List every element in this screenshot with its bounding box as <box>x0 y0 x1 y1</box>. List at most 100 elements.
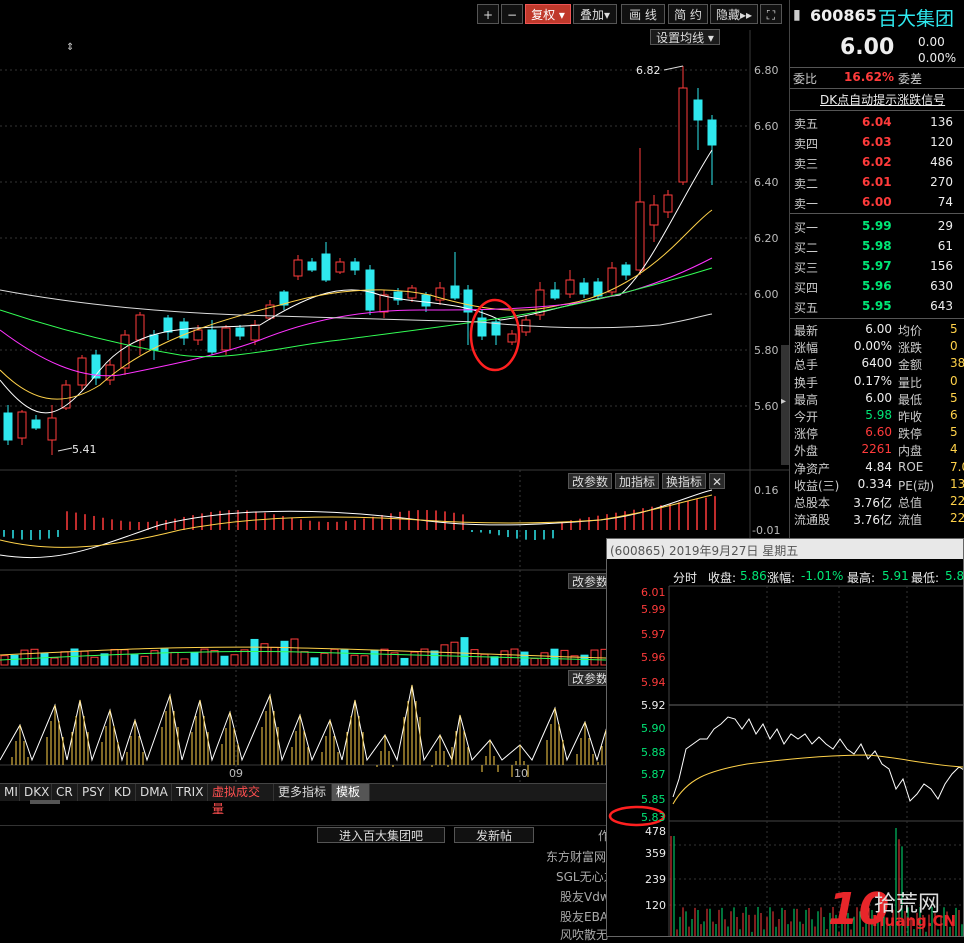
volume-bar <box>120 649 129 666</box>
popup-price-tick-9: 5.85 <box>641 793 666 806</box>
popup-price-tick-10: 5.83 <box>641 811 666 824</box>
stat-value2-6: 5 <box>950 425 958 440</box>
stat-value2-4: 5 <box>950 390 958 405</box>
stat-value-1: 0.00% <box>853 339 892 354</box>
candle-body <box>678 87 688 183</box>
candle-body <box>120 334 130 369</box>
volume-bar <box>350 654 359 666</box>
ask-label-3: 卖二 <box>794 177 819 191</box>
volume-bar <box>20 649 29 666</box>
ask-vol-2: 486 <box>930 155 953 169</box>
volume-bar <box>380 648 389 666</box>
tab-6[interactable]: TRIX <box>172 784 208 801</box>
tab-4[interactable]: KD <box>110 784 136 801</box>
quote-panel: ▮ 600865 百大集团 6.00 0.00 0.00% 委比 16.62% … <box>789 0 964 540</box>
bid-label-0: 买一 <box>794 221 819 235</box>
bid-price-0: 5.99 <box>862 219 892 233</box>
candle-body <box>135 314 145 341</box>
menu-arrow-icon[interactable]: ▮ <box>793 7 801 23</box>
tab-1[interactable]: DKX <box>20 784 52 801</box>
close-indicator-icon[interactable]: ✕ <box>709 473 725 489</box>
ask-price-3: 6.01 <box>862 175 892 189</box>
enter-forum-button[interactable]: 进入百大集团吧 <box>317 827 445 843</box>
stock-price: 6.00 <box>840 35 895 60</box>
candle-body <box>593 281 603 297</box>
weicha-label: 委差 <box>898 72 923 86</box>
forum-note-4[interactable]: 股友EBA <box>560 908 608 925</box>
volume-bar <box>130 654 139 666</box>
tab-9[interactable]: 模板 <box>332 784 370 801</box>
volume-bar <box>220 655 229 666</box>
post-button[interactable]: 发新帖 <box>454 827 534 843</box>
tab-8[interactable]: 更多指标 <box>274 784 332 801</box>
price-tick-2: 6.40 <box>754 176 779 189</box>
ask-label-0: 卖五 <box>794 117 819 131</box>
popup-price-tick-8: 5.87 <box>641 768 666 781</box>
candle-body <box>235 327 245 337</box>
month-label-10: 10 <box>514 767 528 780</box>
volume-bar <box>480 653 489 666</box>
forum-note-3[interactable]: 股友Vdw <box>560 888 610 905</box>
tab-7[interactable]: 虚拟成交量 <box>208 784 274 816</box>
candle-body <box>321 253 331 281</box>
macd-tick-low: -0.01 <box>752 524 781 537</box>
stat-value-7: 2261 <box>861 442 892 457</box>
add-indicator-button[interactable]: 加指标 <box>615 473 659 489</box>
candle-body <box>17 411 27 439</box>
stat-label-2: 总手 <box>794 358 819 373</box>
volume-bar <box>160 648 169 666</box>
stat-label-6: 涨停 <box>794 427 819 442</box>
popup-price-tick-4: 5.94 <box>641 676 666 689</box>
intraday-popup[interactable]: (600865) 2019年9月27日 星期五 分时 收盘: 5.86 涨幅: … <box>606 538 964 937</box>
forum-note-5[interactable]: 风吹散无 <box>560 926 608 943</box>
volume-bar <box>300 651 309 666</box>
stat-label2-7: 内盘 <box>898 444 923 459</box>
volume-bar <box>530 658 539 666</box>
price-tick-4: 6.00 <box>754 288 779 301</box>
candle-body <box>250 324 260 341</box>
candle-body <box>207 329 217 353</box>
candle-body <box>149 334 159 351</box>
stat-value-3: 0.17% <box>853 373 892 388</box>
popup-price-tick-1: 5.99 <box>641 603 666 616</box>
forum-note-1[interactable]: 东方财富网 <box>546 848 606 865</box>
stat-value2-3: 0 <box>950 373 958 388</box>
tab-0[interactable]: MI <box>0 784 20 801</box>
vvol-line <box>0 684 619 762</box>
popup-price-tick-7: 5.88 <box>641 746 666 759</box>
price-tick-1: 6.60 <box>754 120 779 133</box>
candle-body <box>421 294 431 307</box>
price-line <box>672 716 963 802</box>
stat-label2-6: 跌停 <box>898 427 923 442</box>
candle-body <box>105 364 115 381</box>
tab-2[interactable]: CR <box>52 784 78 801</box>
dk-signal-link[interactable]: DK点自动提示涨跌信号 <box>820 91 945 108</box>
macd-param-button[interactable]: 改参数 <box>568 473 612 489</box>
ask-vol-4: 74 <box>937 195 953 209</box>
bid-label-2: 买三 <box>794 261 819 275</box>
volume-bar <box>340 649 349 666</box>
stat-label-5: 今开 <box>794 410 819 424</box>
month-label-09: 09 <box>229 767 243 780</box>
volume-bar <box>360 655 369 666</box>
volume-bar <box>450 641 459 666</box>
popup-vol-tick-3: 120 <box>645 899 666 912</box>
stat-label2-0: 均价 <box>898 324 923 338</box>
candle-body <box>579 282 589 295</box>
volume-bar <box>110 648 119 666</box>
collapse-arrow-icon[interactable]: ▸ <box>781 396 786 407</box>
tab-scroll-handle[interactable] <box>30 800 60 804</box>
candle-body <box>621 264 631 276</box>
tab-3[interactable]: PSY <box>78 784 110 801</box>
volume-bar <box>10 654 19 666</box>
switch-indicator-button[interactable]: 换指标 <box>662 473 706 489</box>
stat-value2-5: 6 <box>950 408 958 422</box>
stat-value2-0: 5 <box>950 322 958 336</box>
candle-body <box>193 329 203 341</box>
volume-bar <box>80 650 89 666</box>
candle-body <box>450 285 460 299</box>
ask-vol-0: 136 <box>930 115 953 129</box>
stat-value2-11: 22. <box>950 511 964 526</box>
tab-5[interactable]: DMA <box>136 784 172 801</box>
volume-bar <box>60 651 69 666</box>
